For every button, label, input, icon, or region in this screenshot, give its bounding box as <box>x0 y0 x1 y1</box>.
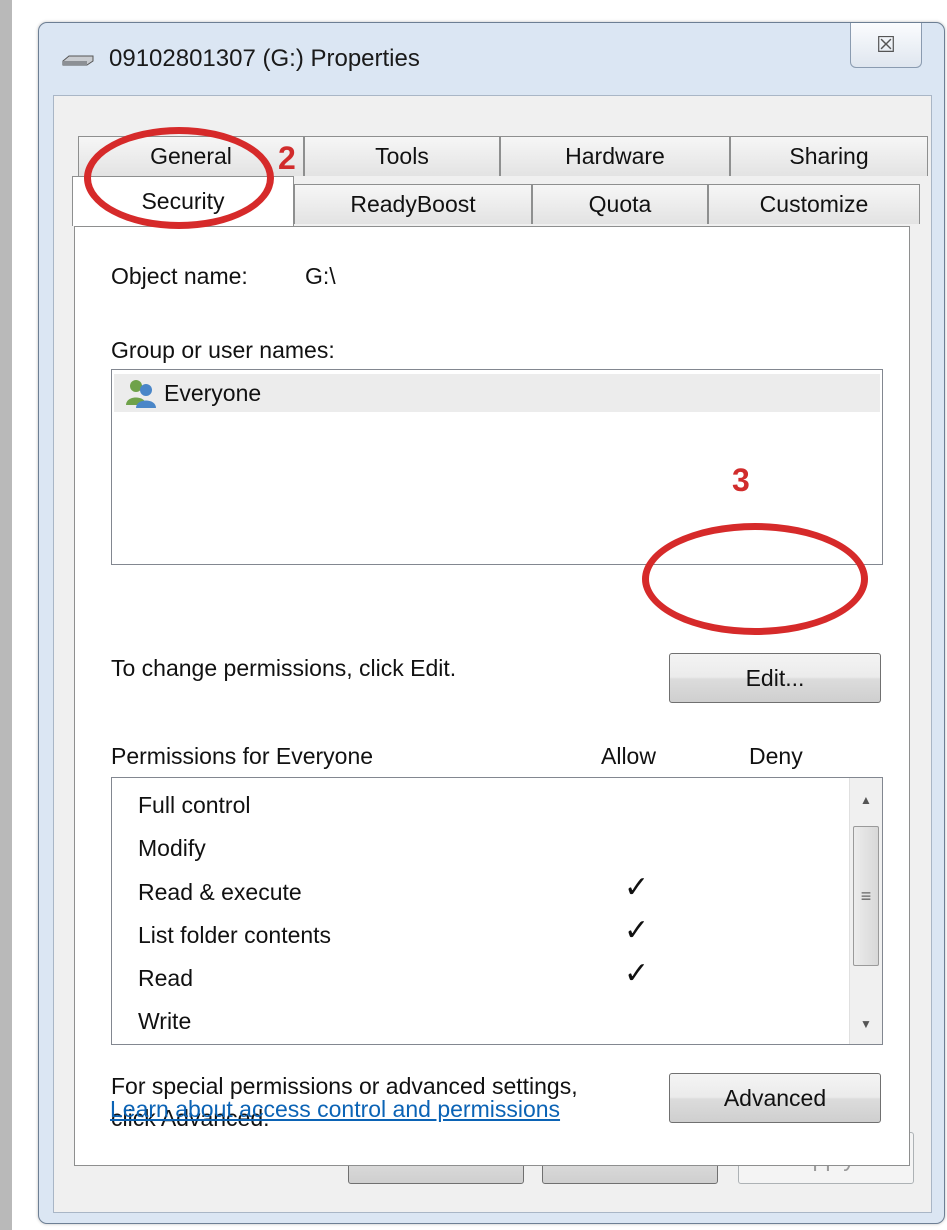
annotation-step-2: 2 <box>278 140 296 176</box>
list-item[interactable]: Everyone <box>114 374 880 412</box>
advanced-button[interactable]: Advanced <box>669 1073 881 1123</box>
tab-tools[interactable]: Tools <box>304 136 500 176</box>
permission-row: Write <box>138 1008 192 1034</box>
drive-icon <box>62 55 94 66</box>
close-button[interactable]: ☒ <box>850 23 922 68</box>
allow-header: Allow <box>601 743 656 769</box>
tab-label: ReadyBoost <box>350 191 476 217</box>
user-name: Everyone <box>164 379 262 406</box>
allow-check-icon: ✓ <box>624 957 650 990</box>
permissions-scrollbar[interactable]: ▲ ≡ ▼ <box>849 778 882 1044</box>
security-tab-page: Object name: G:\ Group or user names: Ev… <box>74 226 910 1166</box>
background-strip <box>0 0 12 1230</box>
annotation-ring-edit <box>642 523 868 635</box>
deny-header: Deny <box>749 743 803 769</box>
permissions-list[interactable]: Full control Modify Read & execute List … <box>111 777 883 1045</box>
permissions-header: Permissions for Everyone <box>111 743 374 769</box>
allow-check-icon: ✓ <box>624 914 650 947</box>
group-label: Group or user names: <box>111 337 335 363</box>
tab-label: Customize <box>759 191 869 217</box>
allow-check-icon: ✓ <box>624 871 650 904</box>
change-hint: To change permissions, click Edit. <box>111 655 457 681</box>
users-icon <box>126 380 156 408</box>
annotation-step-3: 3 <box>732 462 750 498</box>
permission-row: Read & execute <box>138 879 302 905</box>
window-title: 09102801307 (G:) Properties <box>109 45 420 72</box>
tab-label: Sharing <box>789 143 869 169</box>
permission-row: List folder contents <box>138 922 332 948</box>
tab-label: Hardware <box>565 143 665 169</box>
object-name-value: G:\ <box>305 263 336 289</box>
permission-row: Full control <box>138 792 251 818</box>
permission-row: Modify <box>138 835 206 861</box>
annotation-ring-security <box>84 127 274 229</box>
permission-row: Read <box>138 965 193 991</box>
object-name-label: Object name: <box>111 263 248 289</box>
tab-quota[interactable]: Quota <box>532 184 708 224</box>
tab-sharing[interactable]: Sharing <box>730 136 928 176</box>
title-bar: 09102801307 (G:) Properties ☒ <box>39 23 944 87</box>
tab-label: Quota <box>588 191 652 217</box>
tab-hardware[interactable]: Hardware <box>500 136 730 176</box>
scroll-down-arrow-icon[interactable]: ▼ <box>850 1008 882 1040</box>
dialog-client-area: General Tools Hardware Sharing Security … <box>53 95 932 1213</box>
scroll-thumb[interactable]: ≡ <box>853 826 879 966</box>
close-icon: ☒ <box>876 32 896 57</box>
tab-customize[interactable]: Customize <box>708 184 920 224</box>
scroll-up-arrow-icon[interactable]: ▲ <box>850 784 882 816</box>
learn-more-link[interactable]: Learn about access control and permissio… <box>110 1096 560 1123</box>
tab-label: Tools <box>375 143 429 169</box>
edit-button[interactable]: Edit... <box>669 653 881 703</box>
tab-readyboost[interactable]: ReadyBoost <box>294 184 532 224</box>
